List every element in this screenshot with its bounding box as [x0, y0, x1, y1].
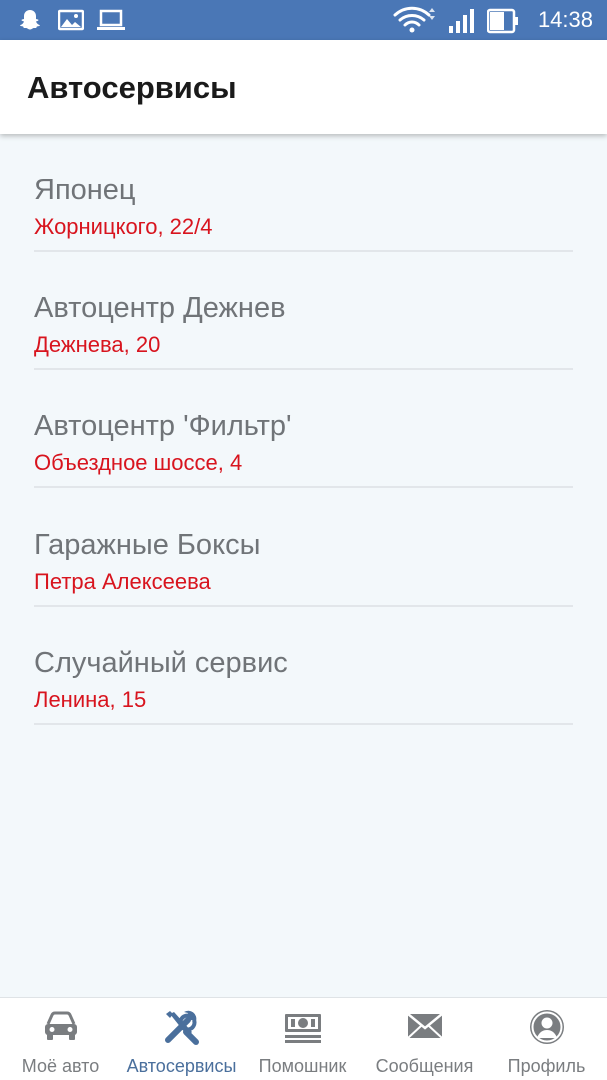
envelope-icon: [405, 1008, 445, 1047]
nav-label: Моё авто: [21, 1056, 100, 1076]
page-title: Автосервисы: [27, 70, 237, 105]
service-name: Гаражные Боксы: [34, 529, 261, 561]
service-name: Автоцентр 'Фильтр': [34, 410, 292, 442]
signal-icon: [448, 8, 476, 39]
service-address: Дежнева, 20: [34, 332, 161, 357]
nav-item-profile[interactable]: Профиль: [486, 998, 607, 1080]
nav-item-autoservices[interactable]: Автосервисы: [121, 998, 242, 1080]
nav-item-helper[interactable]: Помошник: [242, 998, 363, 1080]
app-bar: Автосервисы: [0, 40, 607, 134]
service-address: Жорницкого, 22/4: [34, 214, 213, 239]
status-bar: 14:38: [0, 0, 607, 40]
nav-item-messages[interactable]: Сообщения: [364, 998, 485, 1080]
service-name: Автоцентр Дежнев: [34, 292, 286, 324]
money-icon: [283, 1008, 323, 1049]
service-name: Случайный сервис: [34, 647, 288, 679]
battery-icon: [486, 8, 519, 39]
laptop-icon: [96, 8, 126, 37]
list-item[interactable]: Случайный сервис Ленина, 15: [34, 607, 573, 725]
service-address: Объездное шоссе, 4: [34, 450, 243, 475]
service-name: Японец: [34, 174, 136, 206]
list-item[interactable]: Гаражные Боксы Петра Алексеева: [34, 489, 573, 607]
nav-label: Помошник: [258, 1056, 347, 1076]
nav-label: Сообщения: [375, 1056, 474, 1076]
snapchat-icon: [18, 8, 42, 37]
tools-icon: [162, 1008, 202, 1051]
status-time: 14:38: [537, 7, 593, 32]
wifi-icon: [392, 6, 436, 39]
list-item[interactable]: Автоцентр 'Фильтр' Объездное шоссе, 4: [34, 370, 573, 488]
car-icon: [42, 1008, 80, 1049]
service-address: Ленина, 15: [34, 687, 147, 712]
gallery-icon: [57, 8, 85, 37]
list-item[interactable]: Автоцентр Дежнев Дежнева, 20: [34, 252, 573, 370]
nav-item-my-car[interactable]: Моё авто: [0, 998, 121, 1080]
nav-label: Автосервисы: [126, 1056, 237, 1076]
list-item[interactable]: Японец Жорницкого, 22/4: [34, 134, 573, 252]
nav-label: Профиль: [507, 1056, 586, 1076]
bottom-nav: Моё авто Автосервисы Помошник Сообщения …: [0, 997, 607, 1080]
profile-icon: [528, 1008, 566, 1051]
service-address: Петра Алексеева: [34, 569, 211, 594]
